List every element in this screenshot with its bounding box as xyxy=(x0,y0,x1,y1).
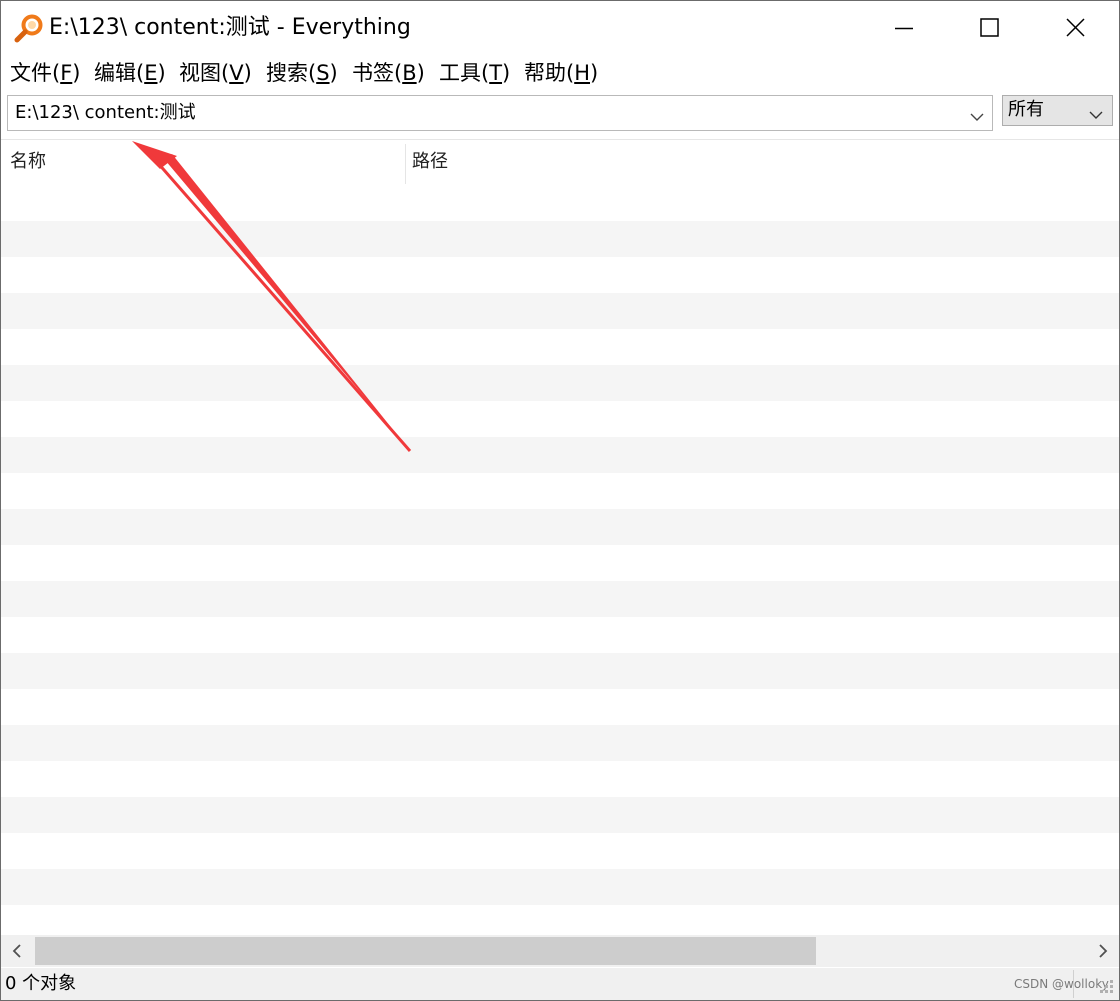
list-row xyxy=(1,797,1119,833)
scroll-right-button[interactable] xyxy=(1087,935,1119,967)
list-row xyxy=(1,905,1119,935)
scroll-left-button[interactable] xyxy=(1,935,33,967)
list-row xyxy=(1,221,1119,257)
menu-help[interactable]: 帮助(H) xyxy=(522,59,600,87)
list-row xyxy=(1,689,1119,725)
filter-select[interactable]: 所有 xyxy=(1002,95,1113,126)
list-row xyxy=(1,293,1119,329)
chevron-down-icon[interactable] xyxy=(970,107,984,126)
menu-bar: 文件(F) 编辑(E) 视图(V) 搜索(S) 书签(B) 工具(T) 帮助(H… xyxy=(1,57,1119,89)
list-row xyxy=(1,653,1119,689)
search-input[interactable]: E:\123\ content:测试 xyxy=(7,95,993,131)
menu-bookmarks[interactable]: 书签(B) xyxy=(350,59,427,87)
scroll-left-arrow-icon xyxy=(12,944,21,958)
menu-tools[interactable]: 工具(T) xyxy=(437,59,512,87)
close-button[interactable] xyxy=(1033,1,1119,55)
filter-selected-value: 所有 xyxy=(1008,99,1044,120)
list-row xyxy=(1,545,1119,581)
list-row xyxy=(1,869,1119,905)
list-row xyxy=(1,329,1119,365)
magnifier-icon xyxy=(13,13,45,45)
list-row xyxy=(1,257,1119,293)
status-bar: 0 个对象 CSDN @wolloky xyxy=(1,968,1119,1000)
list-row xyxy=(1,473,1119,509)
column-headers: 名称 路径 xyxy=(1,141,1119,185)
column-header-name[interactable]: 名称 xyxy=(10,151,46,173)
menu-search[interactable]: 搜索(S) xyxy=(264,59,340,87)
close-icon xyxy=(1066,18,1085,37)
results-list[interactable] xyxy=(1,185,1119,935)
list-row xyxy=(1,725,1119,761)
maximize-icon xyxy=(980,18,999,37)
window-title: E:\123\ content:测试 - Everything xyxy=(49,15,411,40)
column-resize-handle[interactable] xyxy=(405,144,406,184)
resize-grip-icon[interactable] xyxy=(1099,978,1115,998)
status-object-count: 0 个对象 xyxy=(5,973,77,994)
scrollbar-thumb[interactable] xyxy=(35,937,816,965)
maximize-button[interactable] xyxy=(947,1,1033,55)
column-header-path[interactable]: 路径 xyxy=(412,151,448,173)
watermark: CSDN @wolloky xyxy=(1014,977,1109,991)
list-row xyxy=(1,761,1119,797)
list-row xyxy=(1,581,1119,617)
list-row xyxy=(1,509,1119,545)
list-row xyxy=(1,365,1119,401)
list-row xyxy=(1,833,1119,869)
menu-file[interactable]: 文件(F) xyxy=(8,59,83,87)
title-bar[interactable]: E:\123\ content:测试 - Everything xyxy=(1,1,1119,55)
search-input-value: E:\123\ content:测试 xyxy=(15,102,196,123)
menu-edit[interactable]: 编辑(E) xyxy=(92,59,168,87)
list-row xyxy=(1,401,1119,437)
menu-view[interactable]: 视图(V) xyxy=(177,59,254,87)
list-row xyxy=(1,185,1119,221)
list-row xyxy=(1,617,1119,653)
everything-window: E:\123\ content:测试 - Everything 文件(F) 编辑… xyxy=(0,0,1120,1001)
horizontal-scrollbar[interactable] xyxy=(1,935,1119,967)
scroll-right-arrow-icon xyxy=(1099,944,1108,958)
list-row xyxy=(1,437,1119,473)
toolbar-divider xyxy=(1,139,1119,140)
chevron-down-icon xyxy=(1089,105,1103,124)
minimize-icon xyxy=(895,27,913,30)
minimize-button[interactable] xyxy=(861,1,947,55)
